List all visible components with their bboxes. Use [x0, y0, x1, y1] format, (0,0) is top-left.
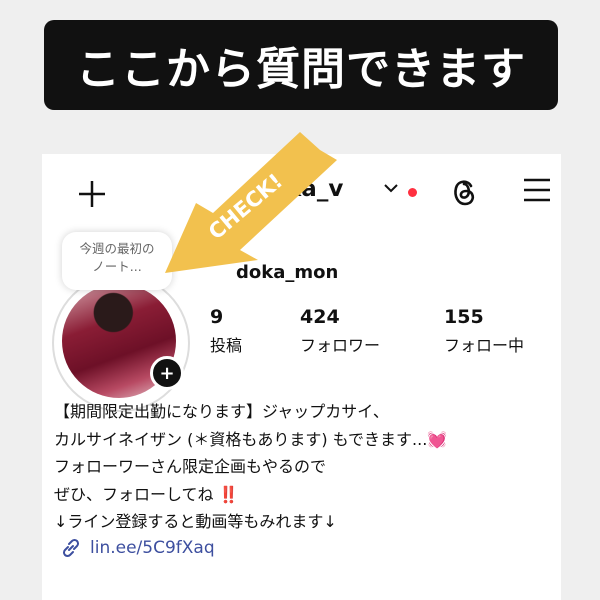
check-arrow-overlay: CHECK! [165, 132, 337, 273]
